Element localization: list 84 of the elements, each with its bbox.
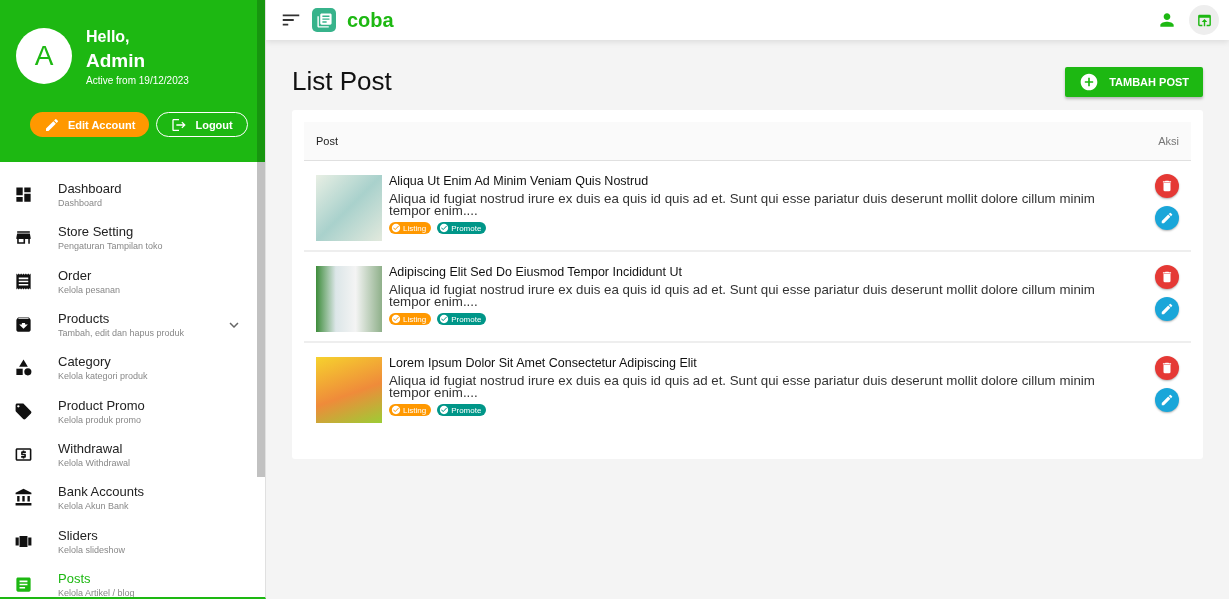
menu-subtitle: Kelola Artikel / blog [58, 587, 136, 597]
delete-button[interactable] [1155, 356, 1179, 380]
menu-title: Product Promo [58, 397, 146, 413]
pencil-icon [44, 116, 60, 133]
post-excerpt: Aliqua id fugiat nostrud irure ex duis ea quis id quis ad et. Sunt qui esse pariatur duis deserunt mollit dolore cillum minim tempor enim.... [389, 375, 1096, 399]
post-title: Aliqua Ut Enim Ad Minim Veniam Quis Nostrud [389, 174, 650, 188]
menu-subtitle: Kelola Akun Bank [58, 501, 130, 512]
pencil-icon [1160, 393, 1174, 407]
status-badge: Listing [389, 222, 432, 234]
photo-placeholder [316, 266, 382, 332]
menu-title: Posts [58, 570, 92, 586]
menu-item[interactable]: Withdrawal Kelola Withdrawal [0, 432, 257, 477]
menu-subtitle: Kelola Withdrawal [58, 457, 132, 468]
archive-icon [14, 315, 33, 335]
menu-title: Order [58, 267, 93, 283]
menu-subtitle: Kelola pesanan [58, 284, 122, 295]
active-since: Active from 19/12/2023 [86, 75, 189, 86]
post-title: Lorem Ipsum Dolor Sit Amet Consectetur Adipiscing Elit [389, 356, 698, 370]
status-badge: Promote [437, 404, 487, 416]
delete-button[interactable] [1155, 265, 1179, 289]
menu-item[interactable]: Category Kelola kategori produk [0, 346, 257, 390]
edit-button[interactable] [1155, 297, 1179, 321]
check-icon [391, 405, 401, 415]
menu-title: Withdrawal [58, 440, 124, 456]
trash-icon [1160, 361, 1174, 375]
photo-placeholder [316, 357, 382, 423]
status-badge: Promote [437, 222, 487, 234]
receipt-icon [14, 271, 33, 291]
open-site-button[interactable] [1189, 5, 1219, 35]
check-icon [439, 405, 450, 415]
photo-placeholder [316, 175, 382, 241]
menu-item[interactable]: Products Tambah, edit dan hapus produk [0, 302, 257, 347]
trash-icon [1160, 270, 1174, 284]
menu-item[interactable]: Order Kelola pesanan [0, 259, 257, 303]
menu-item[interactable]: Dashboard Dashboard [0, 173, 257, 217]
menu-subtitle: Dashboard [58, 198, 104, 209]
menu-item[interactable]: Store Setting Pengaturan Tampilan toko [0, 216, 257, 260]
status-badge: Listing [389, 404, 432, 416]
dashboard-icon [14, 185, 33, 205]
menu-subtitle: Kelola kategori produk [58, 371, 149, 382]
menu-title: Sliders [58, 527, 99, 543]
scrollbar-thumb[interactable] [257, 162, 265, 477]
menu-item[interactable]: Sliders Kelola slideshow [0, 519, 257, 563]
menu-title: Store Setting [58, 224, 135, 240]
document-icon [14, 574, 33, 594]
post-excerpt: Aliqua id fugiat nostrud irure ex duis ea quis id quis ad et. Sunt qui esse pariatur duis deserunt mollit dolore cillum minim tempor enim.... [389, 284, 1096, 308]
status-badge: Listing [389, 313, 432, 325]
edit-button[interactable] [1155, 206, 1179, 230]
menu-title: Bank Accounts [58, 484, 145, 500]
column-header: Post [316, 135, 338, 147]
user-name: Admin [86, 50, 147, 72]
menu-item[interactable]: Product Promo Kelola produk promo [0, 389, 257, 433]
menu-item[interactable]: Bank Accounts Kelola Akun Bank [0, 476, 257, 520]
pencil-icon [1160, 211, 1174, 225]
menu-subtitle: Pengaturan Tampilan toko [58, 241, 164, 252]
shapes-icon [14, 358, 33, 378]
pencil-icon [1160, 302, 1174, 316]
trash-icon [1160, 179, 1174, 193]
delete-button[interactable] [1155, 174, 1179, 198]
menu-subtitle: Kelola slideshow [58, 544, 127, 555]
app-name: coba [347, 8, 395, 32]
bank-icon [14, 488, 33, 508]
post-title: Adipiscing Elit Sed Do Eiusmod Tempor Incididunt Ut [389, 265, 683, 279]
check-icon [391, 223, 401, 233]
check-icon [439, 314, 450, 324]
status-badge: Promote [437, 313, 487, 325]
avatar: A [16, 28, 72, 84]
column-header: Aksi [1158, 135, 1179, 147]
plus-icon [1079, 71, 1100, 92]
menu-item[interactable]: Posts Kelola Artikel / blog [0, 562, 257, 597]
check-icon [439, 223, 450, 233]
check-icon [391, 314, 401, 324]
logo-icon [312, 8, 336, 32]
greeting: Hello, [86, 28, 131, 46]
post-excerpt: Aliqua id fugiat nostrud irure ex duis ea quis id quis ad et. Sunt qui esse pariatur duis deserunt mollit dolore cillum minim tempor enim.... [389, 193, 1096, 217]
logout-icon [171, 116, 188, 133]
menu-title: Dashboard [58, 181, 123, 197]
menu-title: Products [58, 311, 111, 327]
menu-subtitle: Tambah, edit dan hapus produk [58, 328, 186, 339]
menu-subtitle: Kelola produk promo [58, 414, 143, 425]
tag-icon [14, 401, 33, 421]
edit-button[interactable] [1155, 388, 1179, 412]
page-title: List Post [292, 66, 392, 97]
menu-title: Category [58, 354, 112, 370]
